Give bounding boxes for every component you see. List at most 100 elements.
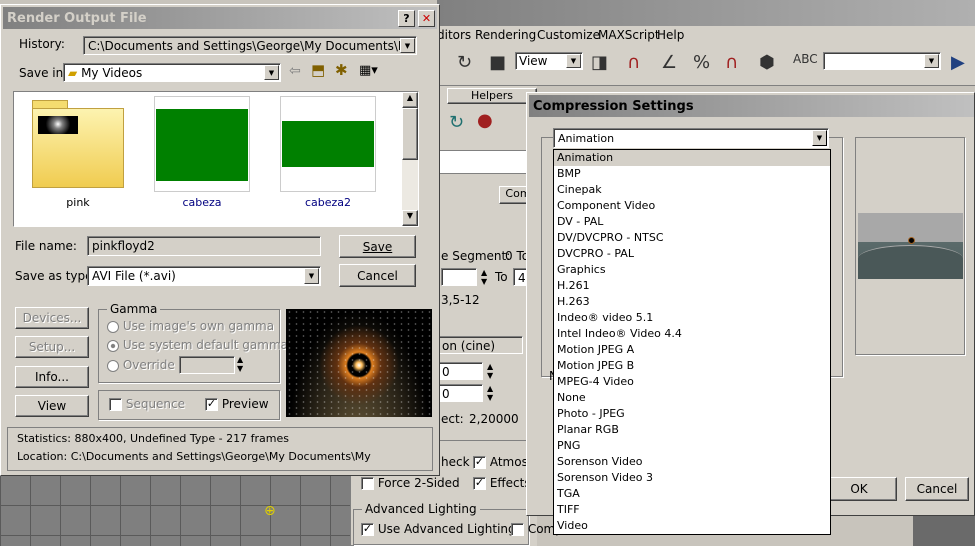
dropdown-option[interactable]: Component Video [554,198,830,214]
spinner-snap-icon[interactable]: ∩ [725,52,738,73]
view-menu-icon[interactable]: ▦▾ [359,63,378,78]
info-button[interactable]: Info... [15,366,89,388]
location-text: Location: C:\Documents and Settings\Geor… [17,450,371,463]
use-advanced-lighting-checkbox[interactable]: ✓ Use Advanced Lighting [361,522,516,536]
ok-button[interactable]: OK [821,477,897,501]
history-label: History: [19,37,65,51]
dropdown-option[interactable]: PNG [554,438,830,454]
scroll-up-button[interactable]: ▲ [402,92,418,108]
height-field[interactable]: 0 [437,384,483,402]
menu-maxscript[interactable]: MAXScript [598,28,660,42]
force-2sided-checkbox[interactable]: Force 2-Sided [361,476,460,490]
view-button[interactable]: View [15,395,89,417]
gamma-override-field[interactable] [179,356,235,374]
preview-checkbox[interactable]: ✓ Preview [205,397,269,411]
percent-snap-icon[interactable]: % [693,52,710,73]
range-start-field[interactable] [441,268,477,286]
saveas-dropdown[interactable]: AVI File (*.avi) ▼ [87,266,321,286]
scroll-thumb[interactable] [402,108,418,160]
spinner-icon[interactable]: ▲ ▼ [487,384,493,402]
effects-checkbox[interactable]: ✓ Effects [473,476,531,490]
dropdown-option[interactable]: Cinepak [554,182,830,198]
help-button[interactable]: ? [398,10,415,27]
file-item-image[interactable]: cabeza2 [280,96,376,209]
setup-button[interactable]: Setup... [15,336,89,358]
back-icon[interactable]: ⇦ [289,63,301,79]
tab-helpers[interactable]: Helpers [447,88,537,104]
dropdown-option[interactable]: Graphics [554,262,830,278]
output-size-dropdown[interactable]: on (cine) [437,336,523,354]
sequence-checkbox[interactable]: Sequence [109,397,185,411]
file-list-scrollbar[interactable]: ▲ ▼ [402,92,418,226]
snap-icon[interactable]: ∩ [627,52,640,73]
dropdown-option[interactable]: H.263 [554,294,830,310]
gamma-default-radio[interactable]: Use system default gamma [107,338,288,352]
width-field[interactable]: 0 [437,362,483,380]
file-list[interactable]: pink cabeza cabeza2 ▲ ▼ [13,91,419,227]
align-icon[interactable]: ▶ [951,52,965,73]
dropdown-option[interactable]: Motion JPEG B [554,358,830,374]
dropdown-option[interactable]: H.261 [554,278,830,294]
gamma-override-radio[interactable]: Override [107,358,175,372]
dropdown-option[interactable]: Sorenson Video 3 [554,470,830,486]
dropdown-option[interactable]: DVCPRO - PAL [554,246,830,262]
new-folder-icon[interactable]: ✱ [335,61,348,79]
gamma-title: Gamma [107,302,161,316]
dropdown-option[interactable]: MPEG-4 Video [554,374,830,390]
dropdown-option[interactable]: Animation [554,150,830,166]
compressor-dropdown[interactable]: Animation ▼ [553,128,829,148]
compression-preview-image [858,213,963,279]
teapot-icon[interactable]: ● [477,110,493,131]
dropdown-option[interactable]: DV/DVCPRO - NTSC [554,230,830,246]
menu-customize[interactable]: Customize [537,28,600,42]
spinner-icon[interactable]: ▲ ▼ [481,268,487,286]
compressor-dropdown-list[interactable]: Animation BMP Cinepak Component Video DV… [553,149,831,535]
dropdown-option[interactable]: DV - PAL [554,214,830,230]
up-folder-icon[interactable]: ⬒ [311,61,325,79]
refresh-icon[interactable]: ↻ [449,112,464,133]
dropdown-option[interactable]: Video [554,518,830,534]
devices-button[interactable]: Devices... [15,307,89,329]
gamma-own-radio[interactable]: Use image's own gamma [107,319,274,333]
material-editor-icon[interactable]: ⬢ [759,52,775,73]
dropdown-option[interactable]: Sorenson Video [554,454,830,470]
cancel-button[interactable]: Cancel [339,264,416,287]
viewport-grid[interactable]: ⊕ [0,475,350,546]
scroll-down-button[interactable]: ▼ [402,210,418,226]
menu-help[interactable]: Help [657,28,684,42]
pivot-icon: ⊕ [264,503,276,519]
save-button[interactable]: Save [339,235,416,258]
dropdown-option[interactable]: TGA [554,486,830,502]
dropdown-option[interactable]: Photo - JPEG [554,406,830,422]
mirror-icon[interactable]: ◨ [591,52,608,73]
menu-editors[interactable]: ditors [437,28,471,42]
image-thumbnail [280,96,376,192]
frames-value: 3,5-12 [441,293,480,307]
close-button[interactable]: ✕ [418,10,435,27]
dropdown-option[interactable]: Intel Indeo® Video 4.4 [554,326,830,342]
select-region-icon[interactable]: ■ [489,52,506,73]
angle-snap-icon[interactable]: ∠ [661,52,677,73]
view-dropdown[interactable]: View ▼ [515,52,583,70]
history-dropdown[interactable]: C:\Documents and Settings\George\My Docu… [83,36,417,55]
named-selection-dropdown[interactable]: ▼ [823,52,941,70]
spinner-icon[interactable]: ▲ ▼ [487,362,493,380]
file-item-label: cabeza2 [304,196,352,209]
dropdown-option[interactable]: BMP [554,166,830,182]
dropdown-option[interactable]: Indeo® video 5.1 [554,310,830,326]
abc-icon[interactable]: ABC [793,52,818,66]
filename-field[interactable]: pinkfloyd2 [87,236,321,256]
dropdown-option[interactable]: TIFF [554,502,830,518]
dropdown-option[interactable]: Motion JPEG A [554,342,830,358]
file-item-image[interactable]: cabeza [154,96,250,209]
to-label-2: To [495,270,508,284]
saveas-label: Save as type: [15,269,97,283]
spinner-icon[interactable]: ▲ ▼ [237,355,243,373]
dropdown-option[interactable]: None [554,390,830,406]
file-item-folder[interactable]: pink [30,96,126,209]
compression-cancel-button[interactable]: Cancel [905,477,969,501]
savein-dropdown[interactable]: ▰ My Videos ▼ [63,63,281,82]
redo-icon[interactable]: ↻ [457,52,472,73]
dropdown-option[interactable]: Planar RGB [554,422,830,438]
menu-rendering[interactable]: Rendering [475,28,536,42]
